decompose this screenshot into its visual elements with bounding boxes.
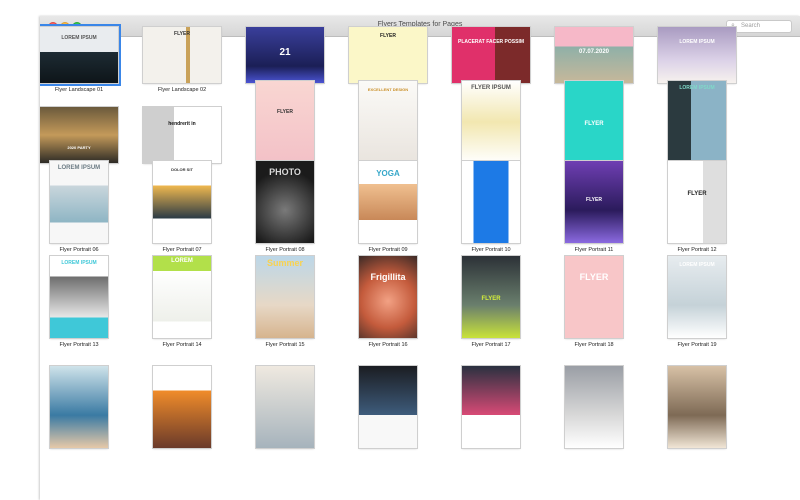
template-thumbnail[interactable]: FLYER [565, 161, 623, 243]
template-thumbnail[interactable]: LOREM IPSUM [668, 81, 726, 163]
template-caption: Flyer Portrait 19 [677, 342, 717, 348]
search-placeholder: Search [741, 23, 761, 29]
template-caption: Flyer Landscape 01 [54, 87, 104, 93]
thumbnail-text: hendrerit in [168, 121, 196, 127]
template-thumbnail[interactable]: Frigillita [359, 256, 417, 338]
template-thumbnail[interactable]: PHOTO [256, 161, 314, 243]
template-thumbnail[interactable]: FLYER [565, 81, 623, 163]
template-thumbnail[interactable] [462, 366, 520, 448]
template-thumbnail[interactable]: FLYER [462, 256, 520, 338]
template-thumbnail[interactable]: LOREM IPSUM [658, 27, 736, 83]
template-thumbnail[interactable]: LOREM [153, 256, 211, 338]
thumbnail-text: PHOTO [269, 167, 301, 177]
template-thumbnail[interactable]: FLYER [668, 161, 726, 243]
template-thumbnail[interactable] [565, 366, 623, 448]
template-caption: Flyer Portrait 08 [265, 247, 305, 253]
thumbnail-text: Summer [266, 258, 303, 268]
thumbnail-text: LOREM IPSUM [679, 262, 715, 268]
thumbnail-text: DOLOR SIT [171, 167, 193, 172]
thumbnail-text: PLACERAT FACER POSSIM [457, 39, 525, 45]
template-thumbnail[interactable]: hendrerit in [143, 107, 221, 163]
template-caption: Flyer Portrait 16 [368, 342, 408, 348]
thumbnail-text: YOGA [376, 169, 400, 178]
template-thumbnail[interactable]: FLYER [565, 256, 623, 338]
thumbnail-text: 2020 PARTY [67, 145, 91, 150]
template-thumbnail[interactable]: FLYER [143, 27, 221, 83]
template-thumbnail[interactable]: YOGA [359, 161, 417, 243]
thumbnail-text: LOREM IPSUM [679, 39, 715, 45]
template-thumbnail[interactable]: LOREM IPSUM [40, 24, 121, 86]
template-caption: Flyer Portrait 11 [574, 247, 614, 253]
template-thumbnail[interactable]: EXCELLENT DESIGN [359, 81, 417, 163]
template-thumbnail[interactable]: LOREM IPSUM [50, 161, 108, 243]
template-thumbnail[interactable] [153, 366, 211, 448]
template-thumbnail[interactable]: FLYER [349, 27, 427, 83]
thumbnail-text: LOREM IPSUM [61, 35, 97, 41]
template-thumbnail[interactable]: LOREM IPSUM [668, 256, 726, 338]
thumbnail-text: LOREM [171, 258, 193, 264]
template-thumbnail[interactable]: 2020 PARTY [40, 107, 118, 163]
template-caption: Flyer Portrait 09 [368, 247, 408, 253]
thumbnail-text: EXCELLENT DESIGN [367, 87, 409, 92]
thumbnail-text: FLYER IPSUM [471, 85, 511, 91]
template-thumbnail[interactable] [668, 366, 726, 448]
thumbnail-text: FLYER [579, 272, 609, 282]
template-thumbnail[interactable]: FLYER IPSUM [462, 81, 520, 163]
template-thumbnail[interactable] [256, 366, 314, 448]
template-thumbnail[interactable]: 07.07.2020 [555, 27, 633, 83]
template-thumbnail[interactable] [462, 161, 520, 243]
template-caption: Flyer Portrait 14 [162, 342, 202, 348]
thumbnail-text: FLYER [584, 121, 604, 127]
template-thumbnail[interactable]: LOREM IPSUM [50, 256, 108, 338]
template-thumbnail[interactable] [359, 366, 417, 448]
thumbnail-text: LOREM IPSUM [61, 260, 97, 266]
thumbnail-text: FLYER [380, 33, 396, 39]
template-caption: Flyer Portrait 18 [574, 342, 614, 348]
template-thumbnail[interactable] [50, 366, 108, 448]
thumbnail-text: LOREM IPSUM [679, 85, 715, 91]
template-caption: Flyer Portrait 15 [265, 342, 305, 348]
template-caption: Flyer Landscape 02 [157, 87, 207, 93]
template-caption: Flyer Portrait 06 [59, 247, 99, 253]
template-thumbnail[interactable]: FLYER [256, 81, 314, 163]
app-window: Flyers Templates for Pages ⌕ Search LORE… [40, 16, 800, 500]
thumbnail-text: 21 [279, 47, 291, 58]
template-grid: LOREM IPSUM Flyer Landscape 01 FLYER Flyer … [40, 24, 800, 500]
template-thumbnail[interactable]: 21 [246, 27, 324, 83]
template-caption: Flyer Portrait 13 [59, 342, 99, 348]
template-caption: Flyer Portrait 12 [677, 247, 717, 253]
thumbnail-text: FLYER [586, 197, 602, 203]
thumbnail-text: LOREM IPSUM [57, 165, 101, 171]
template-thumbnail[interactable]: Summer [256, 256, 314, 338]
template-thumbnail[interactable]: PLACERAT FACER POSSIM [452, 27, 530, 83]
thumbnail-text: FLYER [174, 31, 190, 37]
template-caption: Flyer Portrait 07 [162, 247, 202, 253]
template-thumbnail[interactable]: DOLOR SIT [153, 161, 211, 243]
template-caption: Flyer Portrait 17 [471, 342, 511, 348]
thumbnail-text: 07.07.2020 [578, 49, 610, 55]
thumbnail-text: FLYER [687, 191, 707, 197]
thumbnail-text: Frigillita [370, 272, 406, 282]
thumbnail-text: FLYER [481, 296, 501, 302]
template-caption: Flyer Portrait 10 [471, 247, 511, 253]
thumbnail-text: FLYER [277, 109, 293, 115]
